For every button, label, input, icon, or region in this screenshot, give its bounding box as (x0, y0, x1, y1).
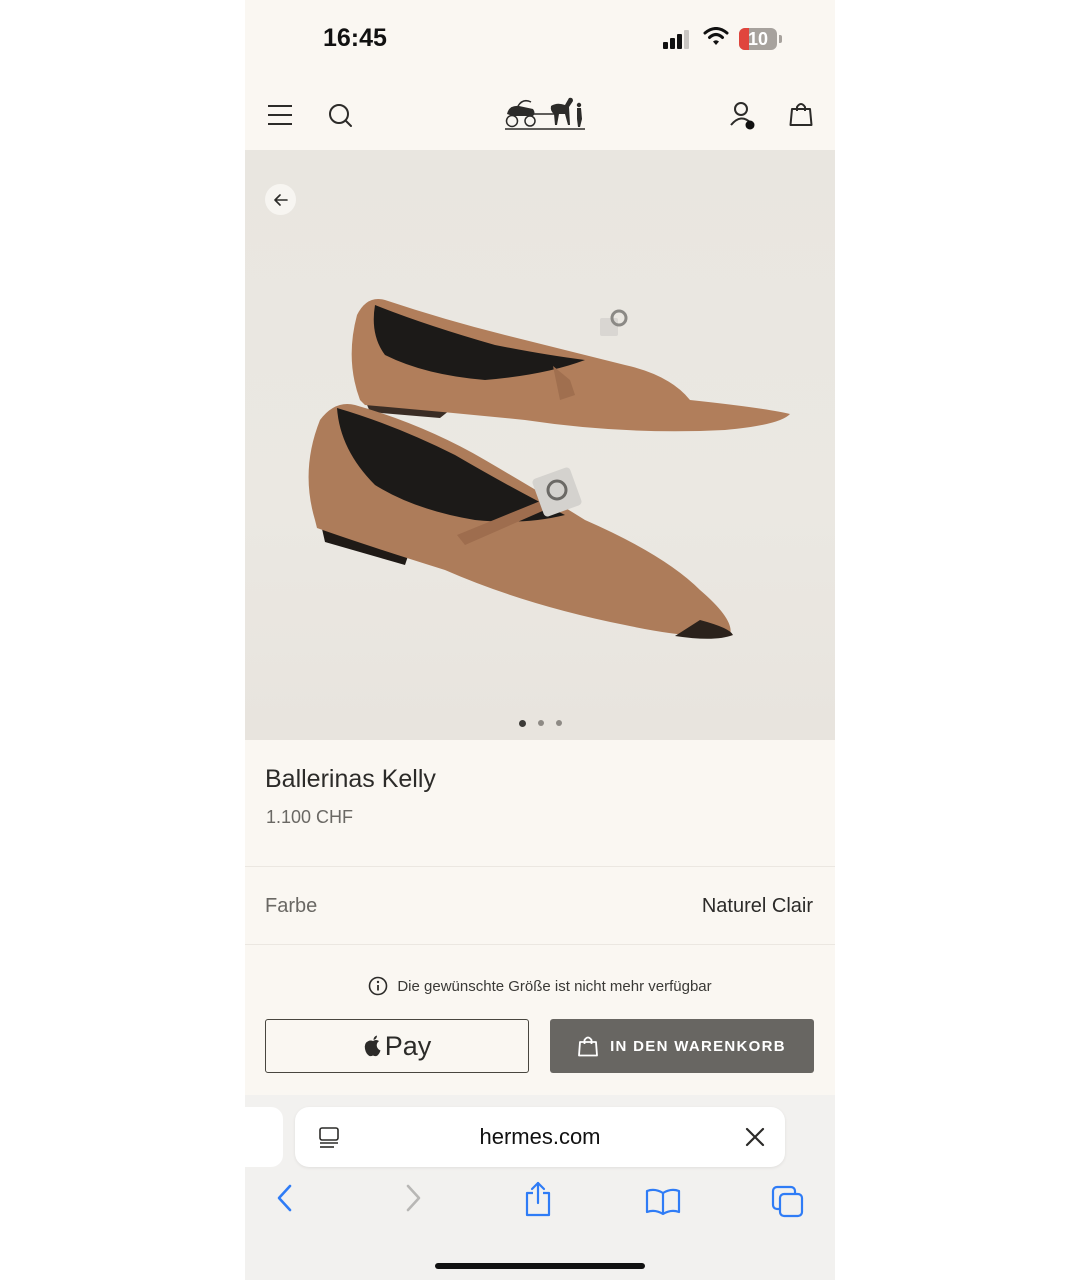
site-header (245, 80, 835, 150)
bookmarks-icon[interactable] (645, 1188, 681, 1216)
availability-notice: Die gewünschte Größe ist nicht mehr verf… (245, 976, 835, 996)
shopping-bag-icon (578, 1036, 598, 1057)
account-icon[interactable] (729, 101, 757, 131)
back-button[interactable] (265, 184, 296, 215)
close-icon[interactable] (745, 1127, 765, 1147)
product-image (308, 299, 790, 639)
battery-level: 10 (747, 29, 769, 49)
divider (245, 944, 835, 945)
product-image-carousel[interactable] (245, 150, 835, 740)
phone-screen: 16:45 10 Ballerinas Kelly 1.100 CHF Farb… (245, 0, 835, 1280)
color-label: Farbe (265, 895, 318, 917)
menu-icon[interactable] (267, 104, 293, 126)
apple-icon (364, 1035, 381, 1057)
carousel-pagination (245, 720, 835, 727)
status-time: 16:45 (323, 24, 387, 52)
apple-pay-button[interactable]: Pay (265, 1019, 529, 1073)
wifi-icon (703, 27, 729, 45)
back-arrow-icon (273, 193, 288, 206)
status-bar: 16:45 10 (245, 0, 835, 80)
info-icon (369, 976, 388, 996)
carousel-dot[interactable] (537, 720, 544, 726)
divider (245, 866, 835, 867)
carousel-dot[interactable] (555, 720, 562, 726)
product-price: 1.100 CHF (266, 807, 354, 827)
home-indicator (435, 1263, 645, 1269)
browser-chrome: hermes.com (245, 1095, 835, 1280)
address-bar[interactable]: hermes.com (295, 1107, 785, 1167)
product-title: Ballerinas Kelly (265, 765, 436, 793)
battery-cap (779, 35, 782, 43)
tabs-icon[interactable] (771, 1185, 805, 1219)
carousel-dot[interactable] (518, 720, 526, 727)
shopping-bag-icon[interactable] (789, 101, 813, 127)
url-text: hermes.com (479, 1124, 601, 1149)
availability-text: Die gewünschte Größe ist nicht mehr verf… (397, 977, 712, 995)
back-icon[interactable] (275, 1183, 295, 1213)
previous-tab-preview[interactable] (245, 1107, 283, 1167)
add-to-cart-button[interactable]: IN DEN WARENKORB (550, 1019, 814, 1073)
cellular-signal-icon (663, 30, 689, 49)
forward-icon[interactable] (403, 1183, 423, 1213)
share-icon[interactable] (523, 1181, 553, 1217)
color-value: Naturel Clair (701, 895, 813, 917)
search-icon[interactable] (328, 103, 354, 129)
apple-pay-label: Pay (384, 1030, 432, 1061)
add-to-cart-label: IN DEN WARENKORB (610, 1037, 786, 1055)
hermes-logo[interactable] (503, 92, 587, 132)
battery-indicator: 10 (739, 28, 777, 50)
